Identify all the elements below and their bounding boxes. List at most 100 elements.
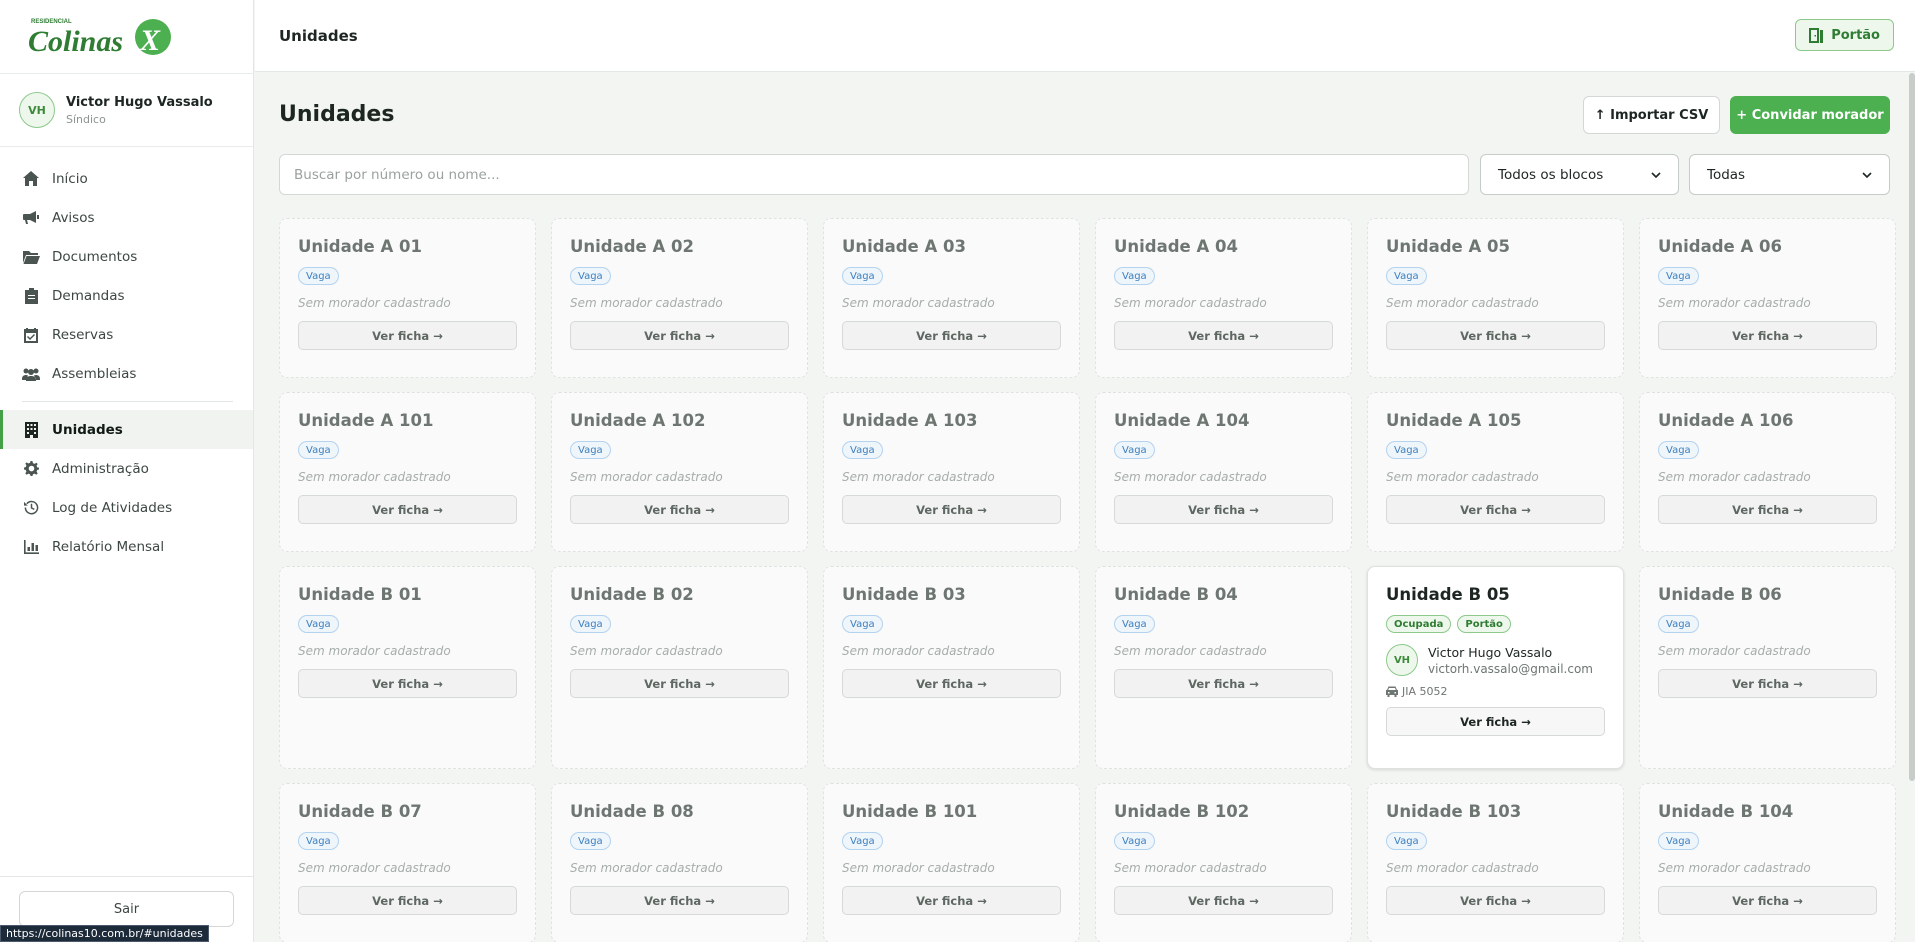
view-unit-button[interactable]: Ver ficha → bbox=[1658, 886, 1877, 915]
status-badge: Vaga bbox=[1114, 267, 1155, 285]
view-unit-button[interactable]: Ver ficha → bbox=[298, 321, 517, 350]
status-badge: Vaga bbox=[570, 832, 611, 850]
block-filter-select[interactable]: Todos os blocos bbox=[1480, 154, 1679, 195]
sidebar-item-demandas[interactable]: Demandas bbox=[0, 276, 253, 315]
view-unit-button[interactable]: Ver ficha → bbox=[570, 669, 789, 698]
no-resident-text: Sem morador cadastrado bbox=[1386, 296, 1539, 310]
unit-card[interactable]: Unidade A 03 Vaga Sem morador cadastrado Ve… bbox=[823, 218, 1080, 378]
no-resident-text: Sem morador cadastrado bbox=[570, 861, 723, 875]
svg-text:X: X bbox=[139, 24, 161, 57]
unit-card[interactable]: Unidade A 102 Vaga Sem morador cadastrado V… bbox=[551, 392, 808, 552]
unit-title: Unidade A 02 bbox=[570, 237, 694, 256]
invite-resident-button[interactable]: + Convidar morador bbox=[1730, 96, 1890, 134]
sidebar-item-relatorio-mensal[interactable]: Relatório Mensal bbox=[0, 527, 253, 566]
view-unit-button[interactable]: Ver ficha → bbox=[842, 495, 1061, 524]
unit-card[interactable]: Unidade A 104 Vaga Sem morador cadastrado V… bbox=[1095, 392, 1352, 552]
view-unit-button[interactable]: Ver ficha → bbox=[1658, 495, 1877, 524]
history-icon bbox=[22, 499, 40, 517]
view-unit-button[interactable]: Ver ficha → bbox=[570, 495, 789, 524]
unit-card[interactable]: Unidade B 08 Vaga Sem morador cadastrado Ve… bbox=[551, 783, 808, 942]
view-unit-button[interactable]: Ver ficha → bbox=[1114, 321, 1333, 350]
import-csv-button[interactable]: ↑ Importar CSV bbox=[1583, 96, 1720, 134]
view-unit-button[interactable]: Ver ficha → bbox=[298, 669, 517, 698]
unit-card[interactable]: Unidade B 01 Vaga Sem morador cadastrado Ve… bbox=[279, 566, 536, 769]
unit-card[interactable]: Unidade B 06 Vaga Sem morador cadastrado Ve… bbox=[1639, 566, 1896, 769]
sidebar-item-avisos[interactable]: Avisos bbox=[0, 198, 253, 237]
view-unit-button[interactable]: Ver ficha → bbox=[842, 669, 1061, 698]
sidebar-item-label: Demandas bbox=[52, 287, 125, 304]
scrollbar[interactable] bbox=[1909, 73, 1915, 781]
view-unit-button[interactable]: Ver ficha → bbox=[1658, 669, 1877, 698]
view-unit-button[interactable]: Ver ficha → bbox=[298, 886, 517, 915]
sidebar-item-reservas[interactable]: Reservas bbox=[0, 315, 253, 354]
sidebar-item-inicio[interactable]: Início bbox=[0, 159, 253, 198]
logout-button[interactable]: Sair bbox=[19, 891, 234, 927]
view-unit-button[interactable]: Ver ficha → bbox=[298, 495, 517, 524]
search-input[interactable] bbox=[279, 154, 1469, 195]
unit-card[interactable]: Unidade B 101 Vaga Sem morador cadastrado V… bbox=[823, 783, 1080, 942]
unit-card[interactable]: Unidade A 101 Vaga Sem morador cadastrado V… bbox=[279, 392, 536, 552]
top-bar: Unidades Portão bbox=[255, 0, 1915, 72]
unit-title: Unidade B 04 bbox=[1114, 585, 1238, 604]
status-badge: Vaga bbox=[298, 615, 339, 633]
sidebar-item-assembleias[interactable]: Assembleias bbox=[0, 354, 253, 393]
view-unit-button[interactable]: Ver ficha → bbox=[1386, 321, 1605, 350]
unit-card[interactable]: Unidade B 03 Vaga Sem morador cadastrado Ve… bbox=[823, 566, 1080, 769]
gate-button[interactable]: Portão bbox=[1795, 19, 1894, 51]
unit-card[interactable]: Unidade B 04 Vaga Sem morador cadastrado Ve… bbox=[1095, 566, 1352, 769]
status-badge: Vaga bbox=[1114, 441, 1155, 459]
unit-card-occupied[interactable]: Unidade B 05 Ocupada Portão VH Victor Hu… bbox=[1367, 566, 1624, 769]
status-filter-select[interactable]: Todas bbox=[1689, 154, 1890, 195]
app-logo[interactable]: RESIDENCIAL Colinas X bbox=[0, 0, 253, 74]
unit-card[interactable]: Unidade A 06 Vaga Sem morador cadastrado Ve… bbox=[1639, 218, 1896, 378]
no-resident-text: Sem morador cadastrado bbox=[842, 470, 995, 484]
unit-title: Unidade B 104 bbox=[1658, 802, 1794, 821]
gate-button-label: Portão bbox=[1831, 27, 1880, 43]
status-badge: Vaga bbox=[842, 441, 883, 459]
chevron-down-icon bbox=[1651, 171, 1661, 178]
sidebar-item-log-de-atividades[interactable]: Log de Atividades bbox=[0, 488, 253, 527]
unit-title: Unidade B 05 bbox=[1386, 585, 1510, 604]
unit-card[interactable]: Unidade B 102 Vaga Sem morador cadastrado V… bbox=[1095, 783, 1352, 942]
no-resident-text: Sem morador cadastrado bbox=[570, 470, 723, 484]
unit-card[interactable]: Unidade A 02 Vaga Sem morador cadastrado Ve… bbox=[551, 218, 808, 378]
view-unit-button[interactable]: Ver ficha → bbox=[1386, 707, 1605, 736]
unit-card[interactable]: Unidade B 07 Vaga Sem morador cadastrado Ve… bbox=[279, 783, 536, 942]
unit-title: Unidade B 06 bbox=[1658, 585, 1782, 604]
user-profile[interactable]: VH Victor Hugo Vassalo Síndico bbox=[0, 74, 253, 147]
view-unit-button[interactable]: Ver ficha → bbox=[1658, 321, 1877, 350]
unit-card[interactable]: Unidade B 02 Vaga Sem morador cadastrado Ve… bbox=[551, 566, 808, 769]
unit-card[interactable]: Unidade A 04 Vaga Sem morador cadastrado Ve… bbox=[1095, 218, 1352, 378]
sidebar-item-unidades[interactable]: Unidades bbox=[0, 410, 253, 449]
view-unit-button[interactable]: Ver ficha → bbox=[842, 886, 1061, 915]
view-unit-button[interactable]: Ver ficha → bbox=[570, 321, 789, 350]
view-unit-button[interactable]: Ver ficha → bbox=[1386, 886, 1605, 915]
unit-card[interactable]: Unidade A 05 Vaga Sem morador cadastrado Ve… bbox=[1367, 218, 1624, 378]
unit-card[interactable]: Unidade A 105 Vaga Sem morador cadastrado V… bbox=[1367, 392, 1624, 552]
unit-card[interactable]: Unidade B 103 Vaga Sem morador cadastrado V… bbox=[1367, 783, 1624, 942]
sidebar-item-label: Documentos bbox=[52, 248, 138, 265]
vehicle-plate: JIA 5052 bbox=[1402, 685, 1448, 698]
unit-card[interactable]: Unidade A 103 Vaga Sem morador cadastrado V… bbox=[823, 392, 1080, 552]
resident-info: VH Victor Hugo Vassalo victorh.vassalo@g… bbox=[1386, 644, 1605, 676]
unit-title: Unidade A 04 bbox=[1114, 237, 1238, 256]
gear-icon bbox=[22, 460, 40, 478]
no-resident-text: Sem morador cadastrado bbox=[298, 296, 451, 310]
sidebar-item-label: Relatório Mensal bbox=[52, 538, 165, 555]
view-unit-button[interactable]: Ver ficha → bbox=[842, 321, 1061, 350]
view-unit-button[interactable]: Ver ficha → bbox=[570, 886, 789, 915]
sidebar-item-administracao[interactable]: Administração bbox=[0, 449, 253, 488]
no-resident-text: Sem morador cadastrado bbox=[1658, 296, 1811, 310]
car-icon bbox=[1386, 686, 1398, 697]
unit-card[interactable]: Unidade A 01 Vaga Sem morador cadastrado Ve… bbox=[279, 218, 536, 378]
sidebar-item-label: Avisos bbox=[52, 209, 95, 226]
view-unit-button[interactable]: Ver ficha → bbox=[1114, 886, 1333, 915]
view-unit-button[interactable]: Ver ficha → bbox=[1114, 669, 1333, 698]
status-badge: Vaga bbox=[842, 267, 883, 285]
unit-card[interactable]: Unidade B 104 Vaga Sem morador cadastrado V… bbox=[1639, 783, 1896, 942]
unit-card[interactable]: Unidade A 106 Vaga Sem morador cadastrado V… bbox=[1639, 392, 1896, 552]
unit-title: Unidade A 105 bbox=[1386, 411, 1522, 430]
view-unit-button[interactable]: Ver ficha → bbox=[1114, 495, 1333, 524]
view-unit-button[interactable]: Ver ficha → bbox=[1386, 495, 1605, 524]
sidebar-item-documentos[interactable]: Documentos bbox=[0, 237, 253, 276]
